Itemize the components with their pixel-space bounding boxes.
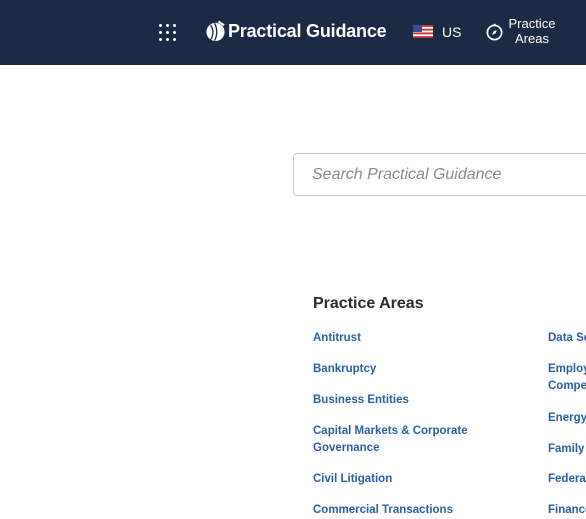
apps-grid-icon[interactable] — [159, 24, 176, 41]
search-input[interactable] — [294, 154, 586, 195]
brand-logo-icon — [206, 20, 225, 42]
practice-area-link-employment[interactable]: Employ Compe — [548, 361, 586, 395]
search-box — [293, 153, 586, 196]
practice-area-link-finance[interactable]: Finance — [548, 502, 586, 519]
us-flag-icon — [413, 25, 433, 38]
top-navigation-bar: Practical Guidance US Practice Areas — [0, 0, 586, 65]
practice-area-link-business-entities[interactable]: Business Entities — [313, 392, 488, 409]
practice-area-link-data-security[interactable]: Data Se — [548, 330, 586, 347]
practice-areas-heading: Practice Areas — [313, 295, 424, 312]
compass-icon — [486, 23, 503, 41]
practice-area-link-federal[interactable]: Federal — [548, 471, 586, 488]
practice-areas-nav-label: Practice Areas — [508, 16, 556, 46]
practice-area-link-civil-litigation[interactable]: Civil Litigation — [313, 471, 488, 488]
practice-areas-nav[interactable]: Practice Areas — [485, 16, 575, 50]
practice-area-link-bankruptcy[interactable]: Bankruptcy — [313, 361, 488, 378]
region-label: US — [442, 24, 462, 40]
practice-area-link-commercial-transactions[interactable]: Commercial Transactions — [313, 502, 488, 519]
practice-area-link-capital-markets[interactable]: Capital Markets & Corporate Governance — [313, 423, 483, 457]
practice-area-link-antitrust[interactable]: Antitrust — [313, 330, 488, 347]
brand-name: Practical Guidance — [228, 21, 387, 41]
practice-area-link-family[interactable]: Family — [548, 441, 586, 458]
practice-area-link-energy[interactable]: Energy — [548, 410, 586, 427]
